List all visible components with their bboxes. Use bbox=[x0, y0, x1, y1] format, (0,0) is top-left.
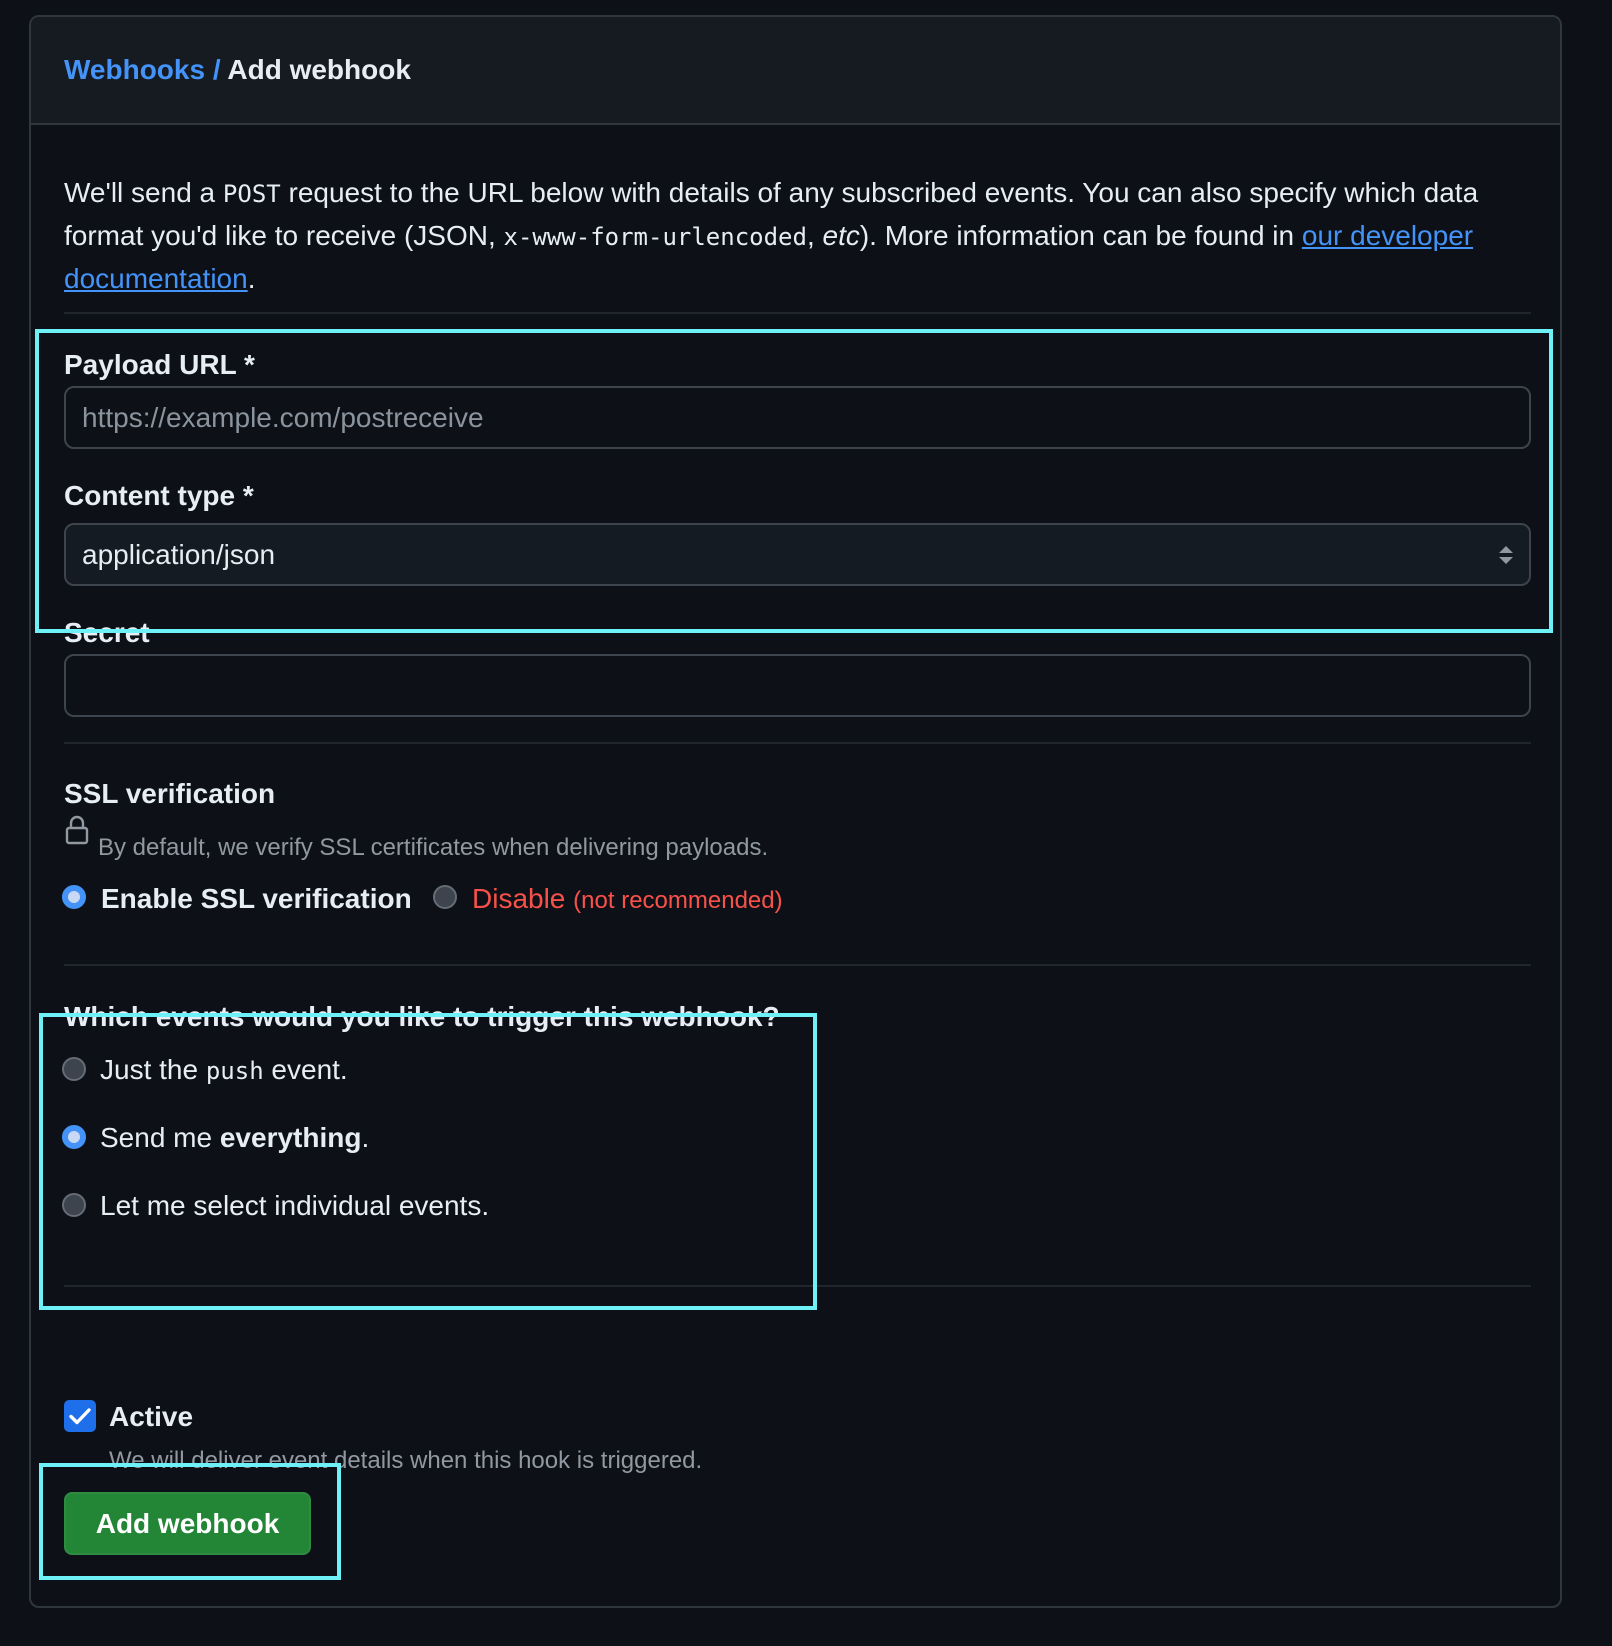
breadcrumb-separator: / bbox=[212, 54, 221, 85]
content-type-selected-value: application/json bbox=[82, 539, 276, 570]
breadcrumb-webhooks-link[interactable]: Webhooks bbox=[64, 54, 205, 85]
divider bbox=[64, 964, 1531, 966]
events-individual-radio[interactable] bbox=[62, 1193, 86, 1217]
lock-icon bbox=[65, 815, 89, 845]
intro-text: We'll send a bbox=[64, 177, 223, 208]
intro-italic: etc bbox=[822, 220, 860, 251]
events-push-code: push bbox=[205, 1057, 264, 1085]
intro-text: . bbox=[247, 263, 256, 294]
divider bbox=[64, 742, 1531, 744]
ssl-enable-radio[interactable] bbox=[62, 885, 86, 909]
breadcrumb: Webhooks / Add webhook bbox=[64, 53, 411, 87]
secret-label: Secret bbox=[64, 617, 150, 648]
ssl-disable-option[interactable]: Disable (not recommended) bbox=[472, 882, 783, 918]
events-section-title: Which events would you like to trigger t… bbox=[64, 1001, 780, 1032]
events-everything-text: Send me bbox=[100, 1122, 220, 1153]
ssl-section-title: SSL verification bbox=[64, 778, 276, 809]
ssl-enable-label[interactable]: Enable SSL verification bbox=[101, 882, 412, 916]
ssl-disable-label: Disable bbox=[472, 883, 566, 914]
ssl-disable-radio[interactable] bbox=[433, 885, 457, 909]
checkmark-icon bbox=[69, 1408, 91, 1425]
intro-code-post: POST bbox=[222, 180, 281, 208]
events-push-text: Just the bbox=[100, 1054, 206, 1085]
panel-header: Webhooks / Add webhook bbox=[31, 17, 1560, 125]
content-type-select[interactable]: application/json bbox=[64, 523, 1531, 586]
intro-text: , bbox=[806, 220, 823, 251]
breadcrumb-current: Add webhook bbox=[227, 54, 411, 85]
events-everything-label[interactable]: Send me everything. bbox=[100, 1121, 369, 1155]
events-push-radio[interactable] bbox=[62, 1057, 86, 1081]
intro-code-urlencoded: x-www-form-urlencoded bbox=[503, 223, 807, 251]
payload-url-label: Payload URL * bbox=[64, 349, 255, 380]
divider bbox=[64, 312, 1531, 314]
add-webhook-button[interactable]: Add webhook bbox=[64, 1492, 311, 1555]
events-push-label[interactable]: Just the push event. bbox=[100, 1053, 348, 1088]
secret-input[interactable] bbox=[64, 654, 1531, 717]
events-everything-bold: everything bbox=[219, 1122, 362, 1153]
events-everything-text: . bbox=[361, 1122, 370, 1153]
active-label[interactable]: Active bbox=[109, 1400, 193, 1434]
select-arrows-icon bbox=[1499, 546, 1513, 564]
webhook-form-panel: Webhooks / Add webhook We'll send a POST… bbox=[29, 15, 1562, 1608]
divider bbox=[64, 1285, 1531, 1287]
active-note: We will deliver event details when this … bbox=[109, 1447, 703, 1474]
payload-url-input[interactable] bbox=[64, 386, 1531, 449]
content-type-label: Content type * bbox=[64, 480, 254, 511]
intro-description: We'll send a POST request to the URL bel… bbox=[64, 172, 1534, 300]
intro-text: ). More information can be found in bbox=[859, 220, 1302, 251]
active-checkbox[interactable] bbox=[64, 1400, 96, 1432]
ssl-note: By default, we verify SSL certificates w… bbox=[98, 834, 769, 861]
events-push-text: event. bbox=[263, 1054, 348, 1085]
events-everything-radio[interactable] bbox=[62, 1125, 86, 1149]
ssl-disable-note: (not recommended) bbox=[573, 887, 783, 914]
events-individual-label[interactable]: Let me select individual events. bbox=[100, 1189, 489, 1223]
